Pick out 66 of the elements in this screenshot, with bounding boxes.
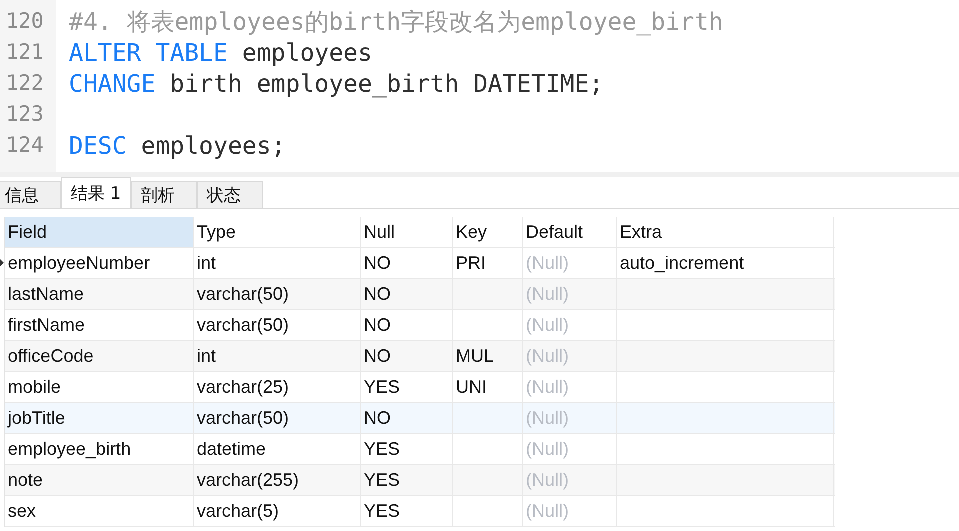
table-row[interactable]: note varchar(255) YES (Null) (5, 465, 835, 496)
table-cell: varchar(50) (194, 279, 361, 309)
table-cell: NO (361, 341, 453, 371)
sql-keyword: ALTER TABLE (69, 38, 228, 66)
table-cell: UNI (453, 372, 523, 402)
table-cell: varchar(25) (194, 372, 361, 402)
table-row[interactable]: jobTitle varchar(50) NO (Null) (5, 403, 835, 434)
line-number: 123 (5, 101, 44, 128)
result-tab[interactable]: 结果 1 (61, 177, 132, 208)
table-cell: YES (361, 465, 453, 495)
table-cell: mobile (5, 372, 194, 402)
table-cell: datetime (194, 434, 361, 464)
table-cell: note (5, 465, 194, 495)
result-tab[interactable]: 状态 (197, 181, 264, 208)
table-row[interactable]: mobile varchar(25) YES UNI (Null) (5, 372, 835, 403)
table-row[interactable]: sex varchar(5) YES (Null) (5, 496, 835, 527)
table-cell: PRI (453, 248, 523, 278)
sql-keyword: DESC (69, 132, 127, 160)
table-cell: NO (361, 248, 453, 278)
table-cell: varchar(50) (194, 403, 361, 433)
table-cell: officeCode (5, 341, 194, 371)
table-cell: varchar(255) (194, 465, 361, 495)
column-header[interactable]: Type (194, 217, 361, 247)
table-row[interactable]: officeCode int NO MUL (Null) (5, 341, 835, 372)
code-comment: #4. 将表employees的birth字段改名为employee_birth (69, 6, 724, 38)
table-cell: (Null) (523, 465, 617, 495)
table-cell: (Null) (523, 310, 617, 340)
table-cell: varchar(50) (194, 310, 361, 340)
result-tab[interactable]: 剖析 (131, 181, 198, 208)
code-text: employees (241, 38, 372, 66)
table-row[interactable]: lastName varchar(50) NO (Null) (5, 279, 835, 310)
table-cell: (Null) (523, 434, 617, 464)
table-cell: auto_increment (617, 248, 834, 278)
code-text: employees; (140, 132, 286, 160)
table-cell: varchar(5) (194, 496, 361, 526)
table-row[interactable]: firstName varchar(50) NO (Null) (5, 310, 835, 341)
table-cell: YES (361, 434, 453, 464)
table-cell: NO (361, 279, 453, 309)
table-cell: int (194, 248, 361, 278)
table-cell: employee_birth (5, 434, 194, 464)
table-cell: (Null) (523, 341, 617, 371)
table-cell: jobTitle (5, 403, 194, 433)
table-cell: employeeNumber (5, 248, 194, 278)
table-cell: NO (361, 310, 453, 340)
table-cell: YES (361, 372, 453, 402)
table-cell: int (194, 341, 361, 371)
table-cell: NO (361, 403, 453, 433)
table-cell: lastName (5, 279, 194, 309)
line-number: 120 (5, 8, 44, 35)
table-cell: YES (361, 496, 453, 526)
table-row[interactable]: employee_birth datetime YES (Null) (5, 434, 835, 465)
code-text: birth employee_birth DATETIME; (169, 70, 604, 98)
sql-keyword: CHANGE (69, 70, 156, 98)
table-cell: (Null) (523, 248, 617, 278)
line-number: 121 (5, 39, 44, 66)
table-cell: (Null) (523, 496, 617, 526)
table-cell: (Null) (523, 279, 617, 309)
table-cell: (Null) (523, 403, 617, 433)
result-tab[interactable]: 信息 (0, 181, 61, 208)
table-cell: MUL (453, 341, 523, 371)
table-cell: sex (5, 496, 194, 526)
line-number: 124 (5, 132, 44, 159)
column-header[interactable]: Field (5, 217, 194, 247)
line-number: 122 (5, 70, 44, 97)
table-cell: firstName (5, 310, 194, 340)
table-cell: (Null) (523, 372, 617, 402)
